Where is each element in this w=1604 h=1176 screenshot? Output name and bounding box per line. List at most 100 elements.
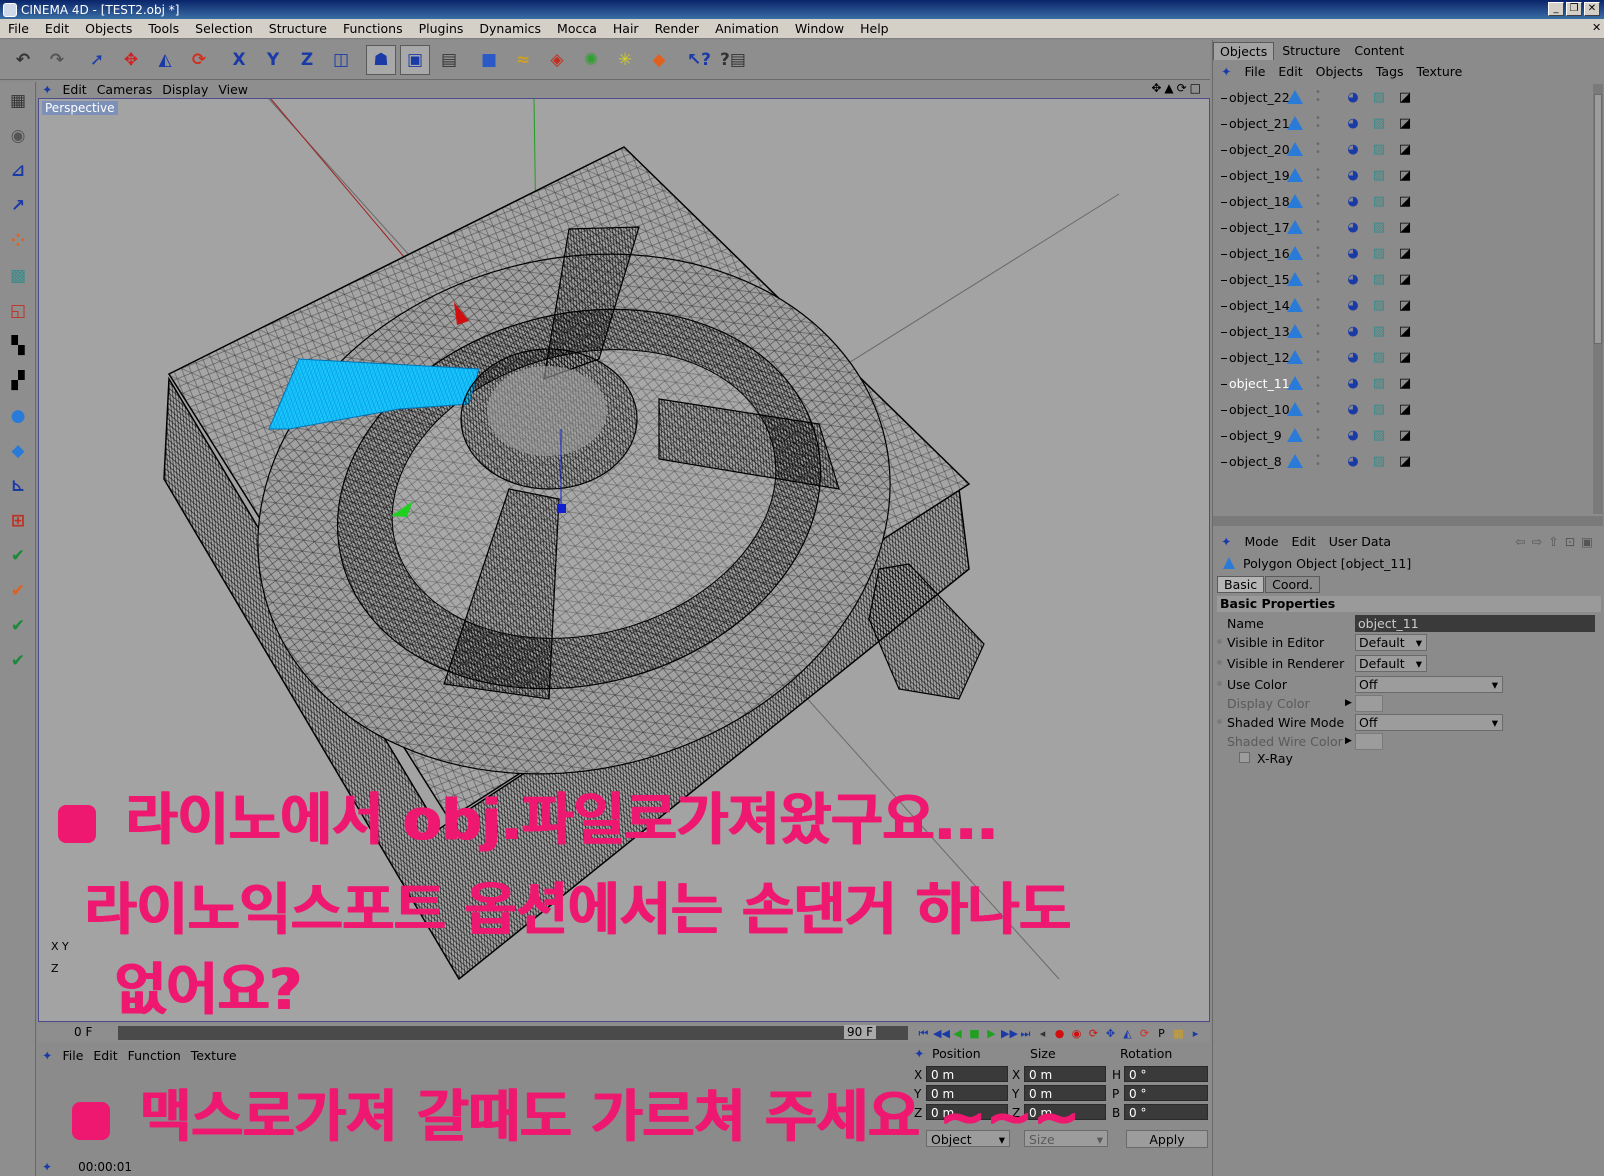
visibility-dots-icon[interactable]: • • (1315, 296, 1323, 314)
play-forward-icon[interactable]: ▶ (984, 1026, 999, 1041)
texture-tag-icon[interactable]: ◪ (1395, 87, 1415, 107)
timeline-track[interactable] (118, 1026, 908, 1040)
rotation-h-field[interactable]: 0 ° (1124, 1066, 1208, 1082)
menu-window[interactable]: Window (787, 21, 852, 36)
scene-light-icon[interactable]: ◆ (644, 45, 674, 75)
move-tool-icon[interactable]: ✥ (116, 45, 146, 75)
uvw-tag-icon[interactable]: ▨ (1369, 113, 1389, 133)
x-axis-lock-icon[interactable]: X (224, 45, 254, 75)
phong-tag-icon[interactable]: ◕ (1343, 217, 1363, 237)
object-menu-tags[interactable]: Tags (1376, 64, 1404, 79)
tab-structure[interactable]: Structure (1276, 42, 1346, 60)
object-row[interactable]: object_20 • • ◕ ▨ ◪ (1213, 136, 1593, 162)
live-selection-icon[interactable]: ➚ (82, 45, 112, 75)
uvw-tag-icon[interactable]: ▨ (1369, 243, 1389, 263)
phong-tag-icon[interactable]: ◕ (1343, 451, 1363, 471)
phong-tag-icon[interactable]: ◕ (1343, 191, 1363, 211)
solo-mode-icon[interactable]: ✔ (3, 576, 33, 606)
uvw-tag-icon[interactable]: ▨ (1369, 217, 1389, 237)
texture-mode-icon[interactable]: ▚ (3, 331, 33, 361)
visibility-dots-icon[interactable]: • • (1315, 452, 1323, 470)
help-pointer-icon[interactable]: ↖? (684, 45, 714, 75)
animation-dot-icon[interactable] (1217, 719, 1222, 724)
menu-animation[interactable]: Animation (707, 21, 787, 36)
object-row-selected[interactable]: object_11 • • ◕ ▨ ◪ (1213, 370, 1593, 396)
object-list-scrollbar[interactable] (1593, 84, 1603, 514)
use-color-dropdown[interactable]: Off (1355, 676, 1503, 693)
object-name[interactable]: object_9 (1213, 428, 1283, 443)
object-menu-edit[interactable]: Edit (1278, 64, 1302, 79)
animation-dot-icon[interactable] (1217, 639, 1222, 644)
texture-tag-icon[interactable]: ◪ (1395, 347, 1415, 367)
phong-tag-icon[interactable]: ◕ (1343, 165, 1363, 185)
nurbs-icon[interactable]: ◈ (542, 45, 572, 75)
tab-content[interactable]: Content (1348, 42, 1410, 60)
menu-objects[interactable]: Objects (77, 21, 140, 36)
uvw-tag-icon[interactable]: ▨ (1369, 373, 1389, 393)
uvw-tag-icon[interactable]: ▨ (1369, 87, 1389, 107)
object-name[interactable]: object_21 (1213, 116, 1290, 131)
viewport-navigation-icons[interactable]: ✥▲⟳□ (1151, 81, 1204, 95)
expand-arrow-icon[interactable]: ▶ (1345, 698, 1352, 708)
menu-selection[interactable]: Selection (187, 21, 261, 36)
visibility-dots-icon[interactable]: • • (1315, 140, 1323, 158)
visibility-dots-icon[interactable]: • • (1315, 348, 1323, 366)
visibility-dots-icon[interactable]: • • (1315, 374, 1323, 392)
viewport-menu-cameras[interactable]: Cameras (97, 82, 153, 97)
edit-render-icon[interactable]: ✔ (3, 611, 33, 641)
spline-icon[interactable]: ≈ (508, 45, 538, 75)
uvw-tag-icon[interactable]: ▨ (1369, 295, 1389, 315)
minimize-button[interactable]: _ (1548, 2, 1564, 16)
texture-tag-icon[interactable]: ◪ (1395, 451, 1415, 471)
viewport-menu-display[interactable]: Display (162, 82, 208, 97)
phong-tag-icon[interactable]: ◕ (1343, 347, 1363, 367)
phong-tag-icon[interactable]: ◕ (1343, 295, 1363, 315)
menu-plugins[interactable]: Plugins (411, 21, 472, 36)
help-document-icon[interactable]: ?▤ (718, 45, 748, 75)
uvw-tag-icon[interactable]: ▨ (1369, 191, 1389, 211)
object-name[interactable]: object_12 (1213, 350, 1290, 365)
object-row[interactable]: object_17 • • ◕ ▨ ◪ (1213, 214, 1593, 240)
object-name[interactable]: object_15 (1213, 272, 1290, 287)
uvw-tag-icon[interactable]: ▨ (1369, 347, 1389, 367)
animation-dot-icon[interactable] (1217, 660, 1222, 665)
close-document-icon[interactable]: ✕ (1584, 21, 1601, 35)
use-polygons-icon[interactable]: ◱ (3, 296, 33, 326)
key-options-icon[interactable]: ▸ (1188, 1026, 1203, 1041)
inverse-kinematics-icon[interactable]: ◆ (3, 436, 33, 466)
position-key-icon[interactable]: ✥ (1103, 1026, 1118, 1041)
object-row[interactable]: object_14 • • ◕ ▨ ◪ (1213, 292, 1593, 318)
display-color-swatch[interactable] (1355, 695, 1383, 712)
texture-tag-icon[interactable]: ◪ (1395, 373, 1415, 393)
tab-coord[interactable]: Coord. (1265, 576, 1320, 593)
texture-tag-icon[interactable]: ◪ (1395, 269, 1415, 289)
world-coord-icon[interactable]: ◫ (326, 45, 356, 75)
uvw-tag-icon[interactable]: ▨ (1369, 139, 1389, 159)
go-to-start-icon[interactable]: ⏮ (916, 1026, 931, 1041)
object-name[interactable]: object_8 (1213, 454, 1283, 469)
texture-tag-icon[interactable]: ◪ (1395, 243, 1415, 263)
texture-tag-icon[interactable]: ◪ (1395, 139, 1415, 159)
object-name[interactable]: object_11 (1213, 376, 1290, 391)
visibility-dots-icon[interactable]: • • (1315, 166, 1323, 184)
object-row[interactable]: object_12 • • ◕ ▨ ◪ (1213, 344, 1593, 370)
attribute-menu-icon[interactable]: ✦ (1221, 534, 1231, 549)
object-row[interactable]: object_15 • • ◕ ▨ ◪ (1213, 266, 1593, 292)
phong-tag-icon[interactable]: ◕ (1343, 243, 1363, 263)
menu-hair[interactable]: Hair (605, 21, 647, 36)
pla-key-icon[interactable]: ▦ (1171, 1026, 1186, 1041)
use-axis-icon[interactable]: ↗ (3, 191, 33, 221)
object-name[interactable]: object_22 (1213, 90, 1290, 105)
phong-tag-icon[interactable]: ◕ (1343, 139, 1363, 159)
visibility-dots-icon[interactable]: • • (1315, 218, 1323, 236)
visibility-dots-icon[interactable]: • • (1315, 192, 1323, 210)
animation-dot-icon[interactable] (1217, 681, 1222, 686)
sound-icon[interactable]: ◂ (1035, 1026, 1050, 1041)
phong-tag-icon[interactable]: ◕ (1343, 399, 1363, 419)
shaded-wire-color-swatch[interactable] (1355, 733, 1383, 750)
attribute-menu-userdata[interactable]: User Data (1329, 534, 1391, 549)
visible-renderer-dropdown[interactable]: Default (1355, 655, 1427, 672)
uvw-tag-icon[interactable]: ▨ (1369, 269, 1389, 289)
uvw-tag-icon[interactable]: ▨ (1369, 165, 1389, 185)
undo-icon[interactable]: ↶ (8, 45, 38, 75)
